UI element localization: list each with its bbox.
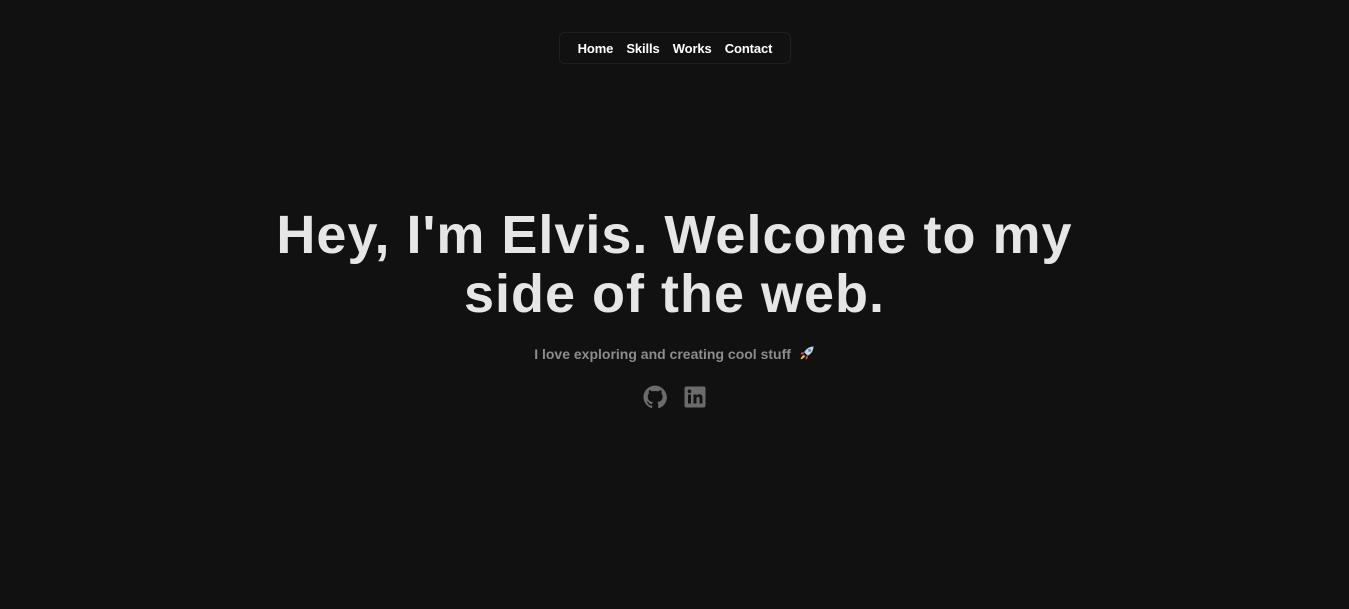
hero-headline: Hey, I'm Elvis. Welcome to my side of th… (276, 205, 1073, 324)
linkedin-icon (683, 385, 707, 409)
linkedin-link[interactable] (683, 385, 707, 409)
github-link[interactable] (643, 385, 667, 409)
hero-tagline-row: I love exploring and creating cool stuff (0, 345, 1349, 365)
social-links (0, 385, 1349, 409)
hero-section: Hey, I'm Elvis. Welcome to my side of th… (0, 206, 1349, 409)
top-nav: Home Skills Works Contact (559, 32, 791, 64)
github-icon (643, 385, 667, 409)
nav-home-link[interactable]: Home (578, 42, 614, 55)
nav-works-link[interactable]: Works (673, 42, 712, 55)
page: Home Skills Works Contact Hey, I'm Elvis… (0, 0, 1349, 609)
rocket-icon (799, 345, 815, 365)
nav-skills-link[interactable]: Skills (626, 42, 659, 55)
nav-contact-link[interactable]: Contact (725, 42, 773, 55)
hero-tagline: I love exploring and creating cool stuff (534, 346, 791, 362)
